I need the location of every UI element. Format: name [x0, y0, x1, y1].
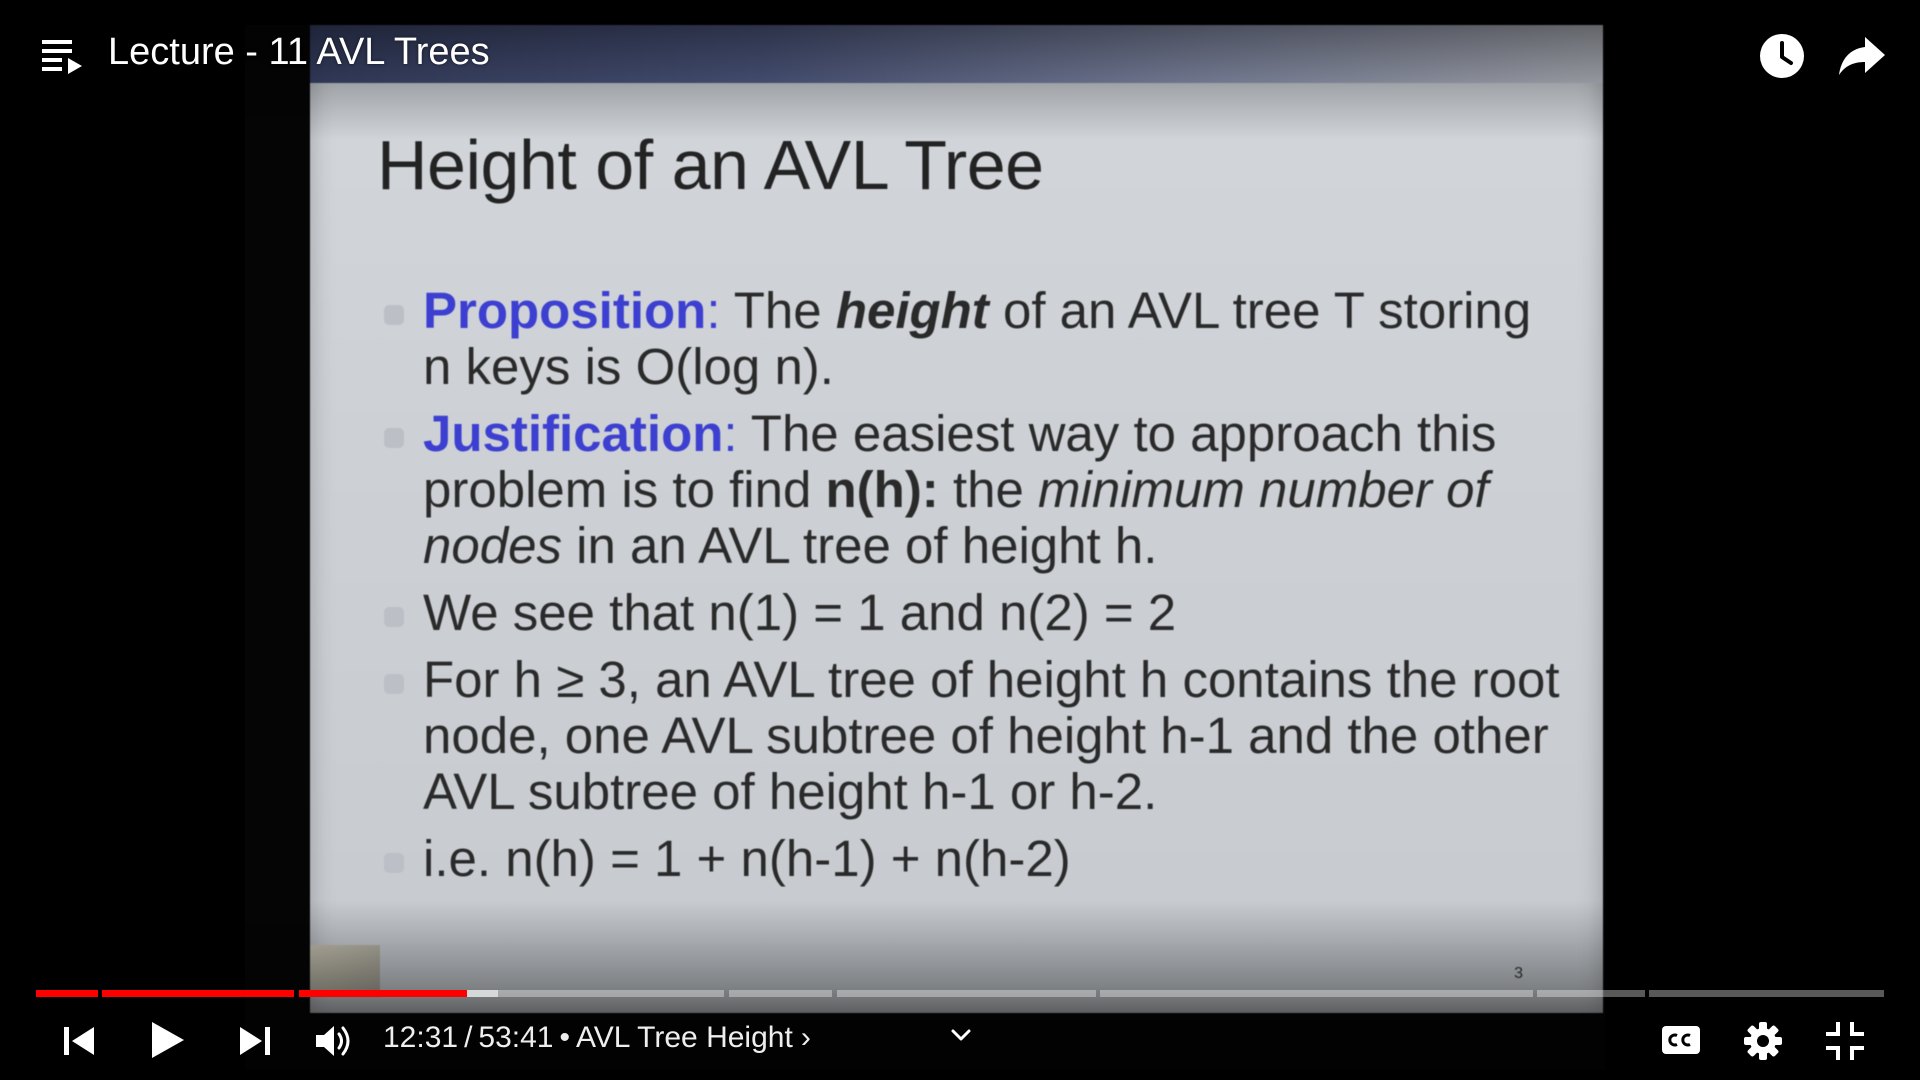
bullet-text: i.e. n(h) = 1 + n(h-1) + n(h-2)	[423, 830, 1071, 887]
keyword-justification: Justification	[423, 405, 724, 462]
skip-previous-icon	[64, 1027, 94, 1055]
time-display: 12:31/53:41 • AVL Tree Height ›	[383, 1021, 811, 1055]
progress-played	[36, 990, 98, 997]
slide-bullet-recursive-case: For h ≥ 3, an AVL tree of height h conta…	[310, 652, 1603, 820]
progress-chapter-segment[interactable]	[837, 990, 1096, 997]
volume-button[interactable]	[313, 1022, 355, 1060]
bullet-bold: n(h):	[825, 461, 939, 518]
keyword-proposition: Proposition	[423, 282, 707, 339]
skip-next-icon	[240, 1027, 270, 1055]
slide-page-number: 3	[1514, 965, 1523, 982]
duration: 53:41	[478, 1021, 554, 1054]
settings-button[interactable]	[1742, 1020, 1784, 1062]
lecture-slide: Height of an AVL Tree Proposition: The h…	[310, 25, 1603, 1013]
slide-bullet-base-cases: We see that n(1) = 1 and n(2) = 2	[310, 585, 1603, 641]
chevron-down-icon	[951, 1029, 971, 1041]
keyword-colon: :	[706, 282, 721, 339]
watch-later-button[interactable]	[1757, 31, 1807, 81]
bullet-text: in an AVL tree of height h.	[561, 517, 1158, 574]
keyword-colon: :	[723, 405, 738, 462]
video-title[interactable]: Lecture - 11 AVL Trees	[108, 31, 490, 74]
progress-chapter-segment[interactable]	[729, 990, 832, 997]
progress-chapter-segment[interactable]	[1649, 990, 1884, 997]
bullet-text: For h ≥ 3, an AVL tree of height h conta…	[423, 651, 1560, 820]
progress-chapter-segment[interactable]	[102, 990, 294, 997]
slide-title: Height of an AVL Tree	[377, 126, 1044, 204]
bullet-text: We see that n(1) = 1 and n(2) = 2	[423, 584, 1177, 641]
bullet-marker	[384, 428, 404, 448]
exit-fullscreen-icon	[1826, 1022, 1864, 1060]
previous-button[interactable]	[60, 1022, 100, 1060]
progress-chapter-segment[interactable]	[1537, 990, 1645, 997]
progress-chapter-segment[interactable]	[299, 990, 724, 997]
exit-fullscreen-button[interactable]	[1824, 1020, 1866, 1062]
chapter-separator: •	[559, 1021, 571, 1054]
playlist-icon	[42, 40, 82, 74]
slide-bullet-proposition: Proposition: The height of an AVL tree T…	[310, 283, 1603, 395]
time-separator: /	[464, 1021, 473, 1054]
clock-icon	[1760, 34, 1804, 78]
expand-description-button[interactable]	[948, 1024, 974, 1046]
playlist-button[interactable]	[38, 34, 84, 76]
play-button[interactable]	[148, 1018, 188, 1062]
progress-chapter-segment[interactable]	[1100, 990, 1533, 997]
volume-icon	[316, 1026, 350, 1056]
captions-button[interactable]	[1660, 1023, 1702, 1057]
chapter-title[interactable]: AVL Tree Height	[576, 1021, 793, 1054]
play-icon	[152, 1022, 184, 1058]
bullet-emphasis: height	[835, 282, 989, 339]
progress-bar[interactable]	[36, 990, 1884, 997]
current-time: 12:31	[383, 1021, 459, 1054]
bullet-text: the	[938, 461, 1039, 518]
video-player[interactable]: Height of an AVL Tree Proposition: The h…	[0, 0, 1920, 1080]
bullet-text: The	[720, 282, 836, 339]
bullet-marker	[384, 674, 404, 694]
progress-played	[299, 990, 467, 997]
bullet-marker	[384, 853, 404, 873]
slide-bullet-list: Proposition: The height of an AVL tree T…	[310, 283, 1603, 898]
slide-header-bar	[310, 25, 1603, 83]
bullet-marker	[384, 607, 404, 627]
slide-bullet-recurrence: i.e. n(h) = 1 + n(h-1) + n(h-2)	[310, 831, 1603, 887]
next-button[interactable]	[234, 1022, 274, 1060]
progress-played	[102, 990, 294, 997]
slide-bullet-justification: Justification: The easiest way to approa…	[310, 406, 1603, 574]
chapter-chevron-icon[interactable]: ›	[801, 1021, 811, 1054]
cc-icon	[1662, 1026, 1700, 1054]
share-button[interactable]	[1837, 35, 1887, 77]
share-icon	[1839, 37, 1885, 75]
gear-icon	[1744, 1022, 1782, 1060]
progress-chapter-segment[interactable]	[36, 990, 98, 997]
bullet-marker	[384, 305, 404, 325]
